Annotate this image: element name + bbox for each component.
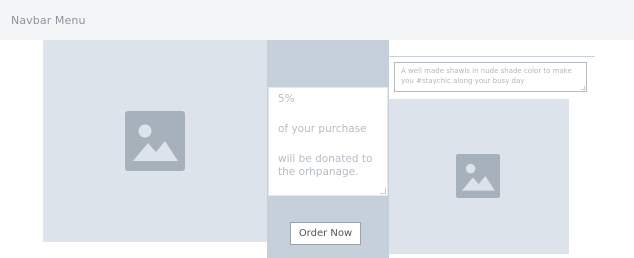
- resize-grip-icon[interactable]: [581, 86, 585, 90]
- divider: [389, 56, 595, 57]
- donation-textarea[interactable]: 5% of your purchase will be donated to t…: [268, 87, 388, 196]
- donation-line-orphanage: the orhpanage.: [278, 166, 359, 178]
- donation-line-donated: will be donated to: [278, 153, 373, 165]
- navbar-menu-title[interactable]: Navbar Menu: [11, 14, 86, 27]
- resize-grip-icon[interactable]: [380, 188, 386, 194]
- navbar: Navbar Menu: [0, 0, 634, 40]
- image-placeholder-icon: [456, 154, 500, 198]
- donation-column: 5% of your purchase will be donated to t…: [267, 40, 389, 258]
- product-description-text: A well made shawls in nude shade color t…: [401, 67, 572, 85]
- donation-line-purchase: of your purchase: [278, 123, 367, 135]
- image-placeholder-icon: [125, 111, 185, 171]
- product-description-textarea[interactable]: A well made shawls in nude shade color t…: [394, 62, 587, 92]
- donation-percent: 5%: [278, 93, 295, 105]
- order-now-button[interactable]: Order Now: [290, 222, 361, 245]
- hero-image-placeholder: [43, 40, 268, 242]
- page: Navbar Menu 5% of your purchase will be …: [0, 0, 634, 258]
- product-image-placeholder: [389, 99, 569, 254]
